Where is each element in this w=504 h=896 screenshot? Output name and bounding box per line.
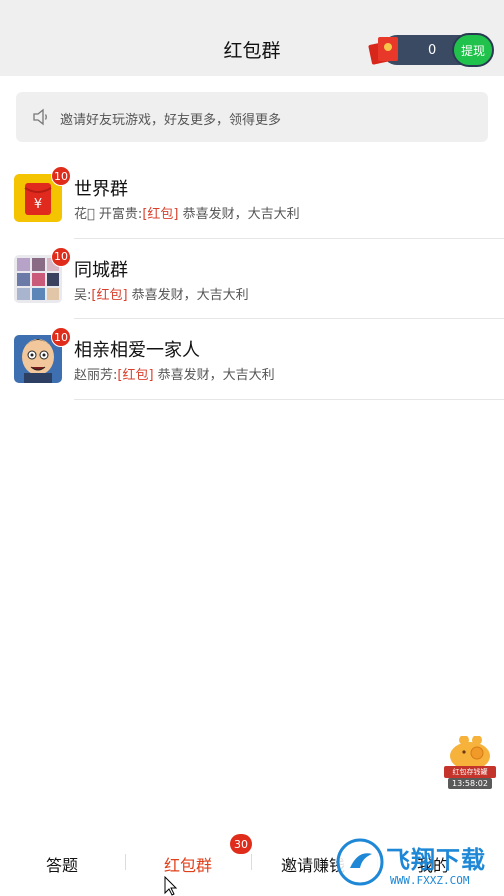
- group-list: ¥ 10 世界群 花  开富贵:[红包] 恭喜发财，大吉大利: [0, 158, 504, 400]
- notice-bar[interactable]: 邀请好友玩游戏，好友更多，领得更多: [16, 92, 488, 142]
- red-envelope-icon: [368, 37, 398, 65]
- message-text: 恭喜发财，大吉大利: [153, 368, 275, 383]
- unread-badge: 10: [51, 327, 71, 347]
- watermark-logo: 飞翔下载 WWW.FXXZ.COM: [334, 836, 504, 896]
- nav-separator: [125, 854, 126, 870]
- withdraw-button[interactable]: 提现: [452, 33, 494, 67]
- group-name: 相亲相爱一家人: [74, 340, 200, 361]
- red-packet-tag: [红包]: [142, 207, 179, 222]
- group-last-message: 花  开富贵:[红包] 恭喜发财，大吉大利: [74, 203, 300, 222]
- notice-text: 邀请好友玩游戏，好友更多，领得更多: [60, 113, 282, 128]
- piggy-bank-countdown: 13:58:02: [448, 778, 492, 789]
- piggy-bank-icon: [450, 736, 490, 770]
- group-name: 同城群: [74, 259, 128, 281]
- message-sender: 花  开富贵:: [74, 207, 143, 222]
- unread-badge: 10: [51, 246, 71, 267]
- watermark-text: 飞翔下载: [386, 846, 486, 874]
- app-header: 红包群 0 提现: [0, 0, 504, 76]
- nav-badge: 30: [230, 834, 252, 854]
- wallet-widget[interactable]: 0 提现: [368, 33, 494, 67]
- nav-tab-red-packet-group[interactable]: 红包群: [164, 852, 212, 876]
- mouse-cursor-icon: [164, 876, 178, 896]
- message-text: 恭喜发财，大吉大利: [127, 287, 249, 303]
- group-row-family[interactable]: 10 相亲相爱一家人 赵丽芳:[红包] 恭喜发财，大吉大利: [0, 319, 504, 400]
- watermark-url: WWW.FXXZ.COM: [390, 874, 470, 887]
- message-text: 恭喜发财，大吉大利: [178, 207, 300, 222]
- red-packet-tag: [红包]: [91, 287, 128, 303]
- piggy-bank-label: 红包存钱罐: [444, 766, 496, 778]
- group-name: 世界群: [74, 179, 128, 200]
- piggy-bank-widget[interactable]: 红包存钱罐 13:58:02: [444, 736, 496, 790]
- wallet-amount: 0: [428, 43, 437, 58]
- group-row-city[interactable]: 10 同城群 吴:[红包] 恭喜发财，大吉大利: [0, 239, 504, 319]
- group-row-world[interactable]: ¥ 10 世界群 花  开富贵:[红包] 恭喜发财，大吉大利: [0, 158, 504, 239]
- svg-text:¥: ¥: [34, 197, 42, 212]
- nav-tab-quiz[interactable]: 答题: [46, 852, 78, 876]
- nav-separator: [251, 854, 252, 870]
- row-divider: [74, 398, 504, 400]
- group-last-message: 赵丽芳:[红包] 恭喜发财，大吉大利: [74, 364, 275, 383]
- unread-badge: 10: [51, 166, 71, 186]
- speaker-icon: [33, 108, 47, 126]
- watermark-emblem-icon: [336, 838, 384, 886]
- group-last-message: 吴:[红包] 恭喜发财，大吉大利: [74, 284, 249, 303]
- message-sender: 吴:: [74, 287, 92, 303]
- red-packet-tag: [红包]: [117, 368, 154, 383]
- message-sender: 赵丽芳:: [74, 368, 118, 383]
